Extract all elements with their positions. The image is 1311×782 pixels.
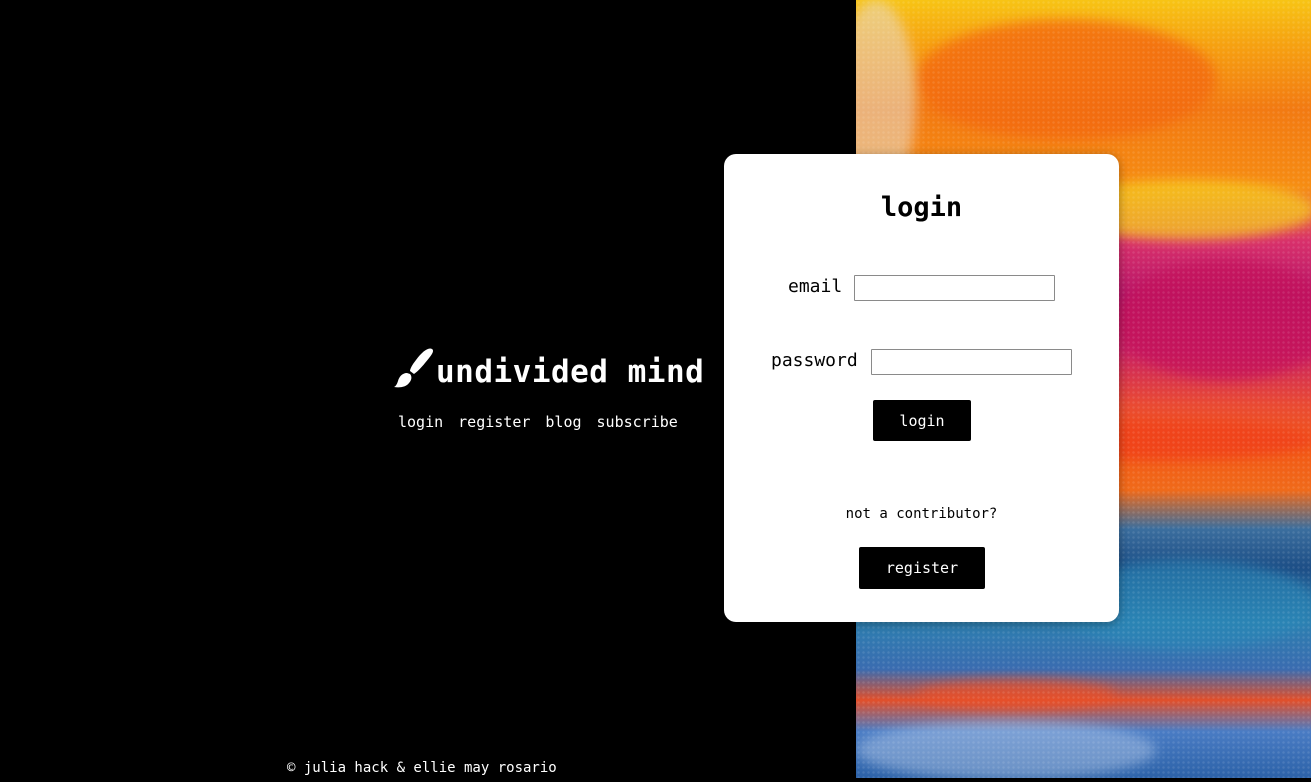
- nav-link-login[interactable]: login: [398, 413, 443, 431]
- page: undivided mind login register blog subsc…: [0, 0, 1311, 782]
- password-label: password: [771, 350, 858, 371]
- password-field[interactable]: [871, 349, 1072, 375]
- footer-copyright: © julia hack & ellie may rosario: [287, 760, 557, 776]
- not-contributor-text: not a contributor?: [845, 506, 998, 522]
- login-title: login: [880, 192, 963, 223]
- brand: undivided mind: [392, 346, 704, 390]
- email-label: email: [788, 276, 843, 297]
- register-button[interactable]: register: [859, 547, 985, 589]
- email-field[interactable]: [854, 275, 1055, 301]
- nav-link-register[interactable]: register: [458, 413, 530, 431]
- paintbrush-icon: [392, 346, 436, 390]
- nav-link-blog[interactable]: blog: [545, 413, 581, 431]
- nav-link-subscribe[interactable]: subscribe: [597, 413, 678, 431]
- main-nav: login register blog subscribe: [398, 413, 678, 431]
- login-card: login email password login not a contrib…: [724, 154, 1119, 622]
- login-button[interactable]: login: [873, 400, 971, 441]
- site-title[interactable]: undivided mind: [436, 354, 704, 390]
